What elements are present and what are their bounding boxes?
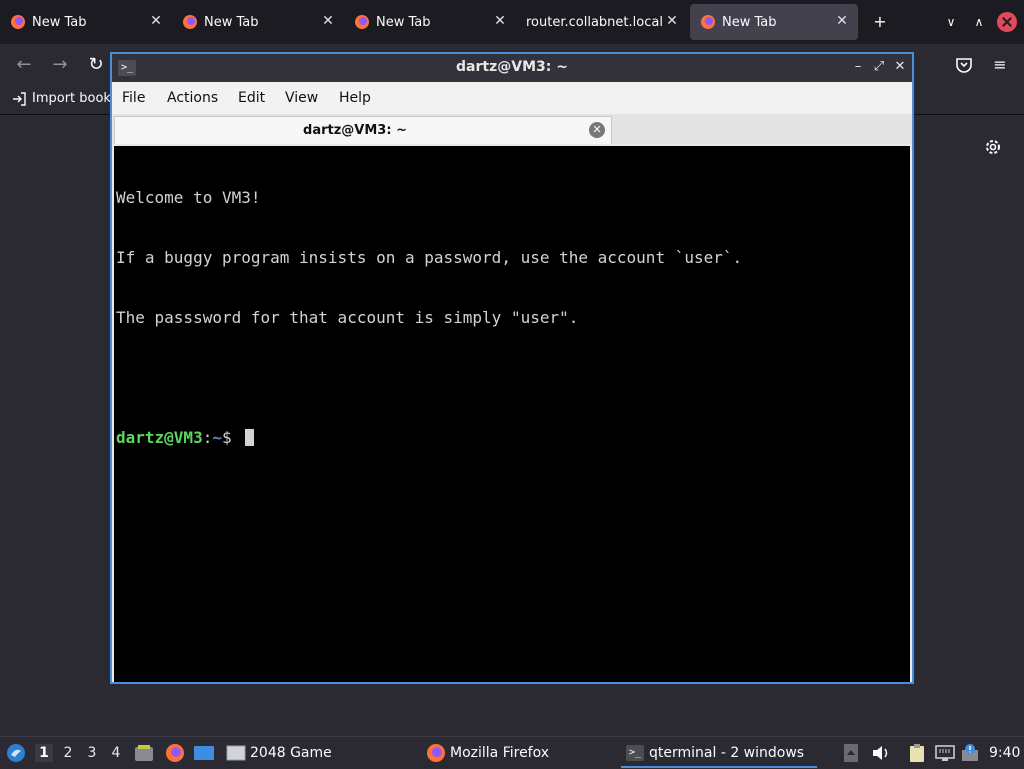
browser-tab-active[interactable]: New Tab ✕ <box>690 4 858 40</box>
task-label: qterminal - 2 windows <box>649 745 805 761</box>
taskbar: 1 2 3 4 2048 Game Mozilla Firefox >_ qte… <box>0 736 1024 769</box>
tab-title: New Tab <box>376 14 431 30</box>
task-label: Mozilla Firefox <box>450 745 550 761</box>
browser-tab[interactable]: New Tab ✕ <box>344 4 516 40</box>
menu-file[interactable]: File <box>122 90 145 106</box>
menu-help[interactable]: Help <box>339 90 371 106</box>
close-tab-icon[interactable]: ✕ <box>834 13 850 29</box>
workspace-4[interactable]: 4 <box>107 744 125 762</box>
workspace-1[interactable]: 1 <box>35 744 53 762</box>
tab-title: New Tab <box>204 14 259 30</box>
import-icon <box>13 91 26 106</box>
workspace-2[interactable]: 2 <box>59 744 77 762</box>
terminal-output[interactable]: Welcome to VM3! If a buggy program insis… <box>114 146 910 682</box>
close-tab-icon[interactable]: ✕ <box>320 13 336 29</box>
prompt-line: dartz@VM3:~$ <box>116 428 910 448</box>
clipboard-icon[interactable] <box>907 743 927 763</box>
import-bookmarks-button[interactable]: Import book <box>12 91 111 106</box>
window-icon <box>226 745 246 761</box>
terminal-tab[interactable]: dartz@VM3: ~ ✕ <box>114 116 612 144</box>
maximize-icon[interactable]: ⤢ <box>870 58 888 76</box>
close-tab-icon[interactable]: ✕ <box>148 13 164 29</box>
text-cursor <box>245 429 255 446</box>
network-icon[interactable] <box>934 743 956 763</box>
pocket-icon[interactable] <box>955 56 973 74</box>
task-label: 2048 Game <box>250 745 332 761</box>
task-qterminal[interactable]: >_ qterminal - 2 windows <box>626 737 804 769</box>
menu-view[interactable]: View <box>285 90 318 106</box>
prompt-path: ~ <box>212 428 222 447</box>
browser-tab-strip: New Tab ✕ New Tab ✕ New Tab ✕ router.col… <box>0 0 1024 44</box>
menu-edit[interactable]: Edit <box>238 90 265 106</box>
firefox-icon <box>183 15 197 29</box>
file-manager-icon[interactable] <box>134 743 154 763</box>
close-tab-icon[interactable]: ✕ <box>664 13 680 29</box>
import-bookmarks-label: Import book <box>32 91 111 106</box>
window-title: dartz@VM3: ~ <box>456 59 568 75</box>
firefox-launcher-icon[interactable] <box>165 743 185 763</box>
firefox-icon <box>355 15 369 29</box>
firefox-icon <box>11 15 25 29</box>
back-arrow-icon[interactable]: ← <box>13 54 35 76</box>
prompt-user-host: dartz@VM3 <box>116 428 203 447</box>
hamburger-menu-icon[interactable]: ≡ <box>989 54 1011 76</box>
menu-actions[interactable]: Actions <box>167 90 218 106</box>
prompt-separator: : <box>202 428 213 447</box>
gear-icon[interactable] <box>983 137 1003 157</box>
new-tab-button[interactable]: + <box>870 12 890 32</box>
close-icon[interactable]: ✕ <box>891 58 909 76</box>
prompt-symbol: $ <box>221 428 242 447</box>
show-desktop-icon[interactable] <box>193 744 215 762</box>
workspace-3[interactable]: 3 <box>83 744 101 762</box>
firefox-icon <box>701 15 715 29</box>
output-line: If a buggy program insists on a password… <box>116 248 743 267</box>
scroll-up-icon[interactable] <box>843 743 859 763</box>
volume-icon[interactable] <box>871 744 891 762</box>
reload-icon[interactable]: ↻ <box>85 54 107 76</box>
close-tab-icon[interactable]: ✕ <box>492 13 508 29</box>
terminal-tab-bar: dartz@VM3: ~ ✕ <box>112 114 912 144</box>
minimize-icon[interactable]: – <box>849 58 867 76</box>
browser-tab[interactable]: router.collabnet.local/ ✕ <box>516 4 688 40</box>
forward-arrow-icon[interactable]: → <box>49 54 71 76</box>
list-tabs-chevron-down-icon[interactable]: ∨ <box>941 12 961 32</box>
close-tab-icon[interactable]: ✕ <box>589 122 605 138</box>
task-mozilla-firefox[interactable]: Mozilla Firefox <box>426 737 549 769</box>
terminal-menubar: File Actions Edit View Help <box>112 82 912 114</box>
app-menu-icon[interactable] <box>6 743 26 763</box>
browser-tab[interactable]: New Tab ✕ <box>172 4 344 40</box>
window-close-icon[interactable] <box>997 12 1017 32</box>
browser-tab[interactable]: New Tab ✕ <box>0 4 172 40</box>
firefox-icon <box>427 744 445 762</box>
terminal-icon: >_ <box>626 745 644 761</box>
task-2048-game[interactable]: 2048 Game <box>226 737 332 769</box>
terminal-titlebar[interactable]: >_ dartz@VM3: ~ – ⤢ ✕ <box>112 54 912 82</box>
terminal-tab-label: dartz@VM3: ~ <box>303 123 407 138</box>
tab-title: router.collabnet.local/ <box>526 14 662 30</box>
clock[interactable]: 9:40 <box>989 737 1020 769</box>
output-line: Welcome to VM3! <box>116 188 261 207</box>
tab-title: New Tab <box>722 14 777 30</box>
update-notifier-icon[interactable] <box>961 743 983 763</box>
minimize-chevron-up-icon[interactable]: ∧ <box>969 12 989 32</box>
terminal-window: >_ dartz@VM3: ~ – ⤢ ✕ File Actions Edit … <box>110 52 914 684</box>
output-line: The passsword for that account is simply… <box>116 308 579 327</box>
tab-title: New Tab <box>32 14 87 30</box>
